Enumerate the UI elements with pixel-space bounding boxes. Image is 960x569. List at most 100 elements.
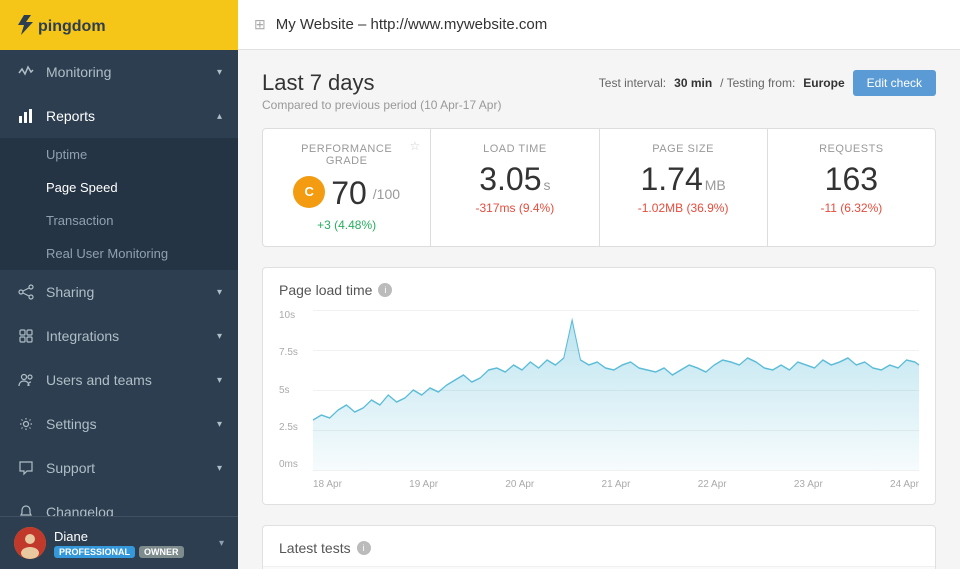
y-label-2.5s: 2.5s [279, 422, 309, 433]
sidebar-item-real-user-monitoring[interactable]: Real User Monitoring [0, 237, 238, 270]
reports-chevron: ▴ [217, 111, 222, 122]
x-label-23apr: 23 Apr [794, 479, 823, 490]
load-time-label: Load time [447, 143, 582, 155]
avatar [14, 527, 46, 559]
performance-score: 70 [331, 175, 367, 212]
chart-x-labels: 18 Apr 19 Apr 20 Apr 21 Apr 22 Apr 23 Ap… [313, 479, 919, 490]
reports-label: Reports [46, 108, 217, 124]
metric-card-requests: Requests 163 -11 (6.32%) [768, 129, 935, 246]
latest-tests-info-icon: i [357, 541, 371, 555]
sidebar-item-integrations[interactable]: Integrations ▾ [0, 314, 238, 358]
x-label-19apr: 19 Apr [409, 479, 438, 490]
x-label-24apr: 24 Apr [890, 479, 919, 490]
topbar-icon: ⊞ [254, 16, 266, 33]
metrics-grid: Performance grade C 70/100 +3 (4.48%) ☆ … [262, 128, 936, 247]
sidebar-item-monitoring[interactable]: Monitoring ▾ [0, 50, 238, 94]
chart-svg [313, 310, 919, 470]
settings-chevron: ▾ [217, 419, 222, 430]
sidebar-item-settings[interactable]: Settings ▾ [0, 402, 238, 446]
y-label-0ms: 0ms [279, 459, 309, 470]
x-label-20apr: 20 Apr [505, 479, 534, 490]
topbar-title: My Website – http://www.mywebsite.com [276, 16, 547, 33]
pingdom-logo: pingdom [16, 10, 136, 40]
testing-from-value: Europe [803, 76, 844, 90]
share-icon [16, 282, 36, 302]
gear-icon [16, 414, 36, 434]
sharing-chevron: ▾ [217, 287, 222, 298]
performance-total: /100 [373, 186, 400, 202]
y-label-10s: 10s [279, 310, 309, 321]
page-size-value: 1.74 [640, 163, 702, 195]
test-info: Test interval: 30 min / Testing from: Eu… [599, 70, 936, 96]
period-header: Last 7 days Compared to previous period … [262, 70, 936, 112]
sidebar-item-sharing[interactable]: Sharing ▾ [0, 270, 238, 314]
sidebar-item-transaction[interactable]: Transaction [0, 204, 238, 237]
test-interval-label: Test interval: [599, 76, 666, 90]
monitoring-label: Monitoring [46, 64, 217, 80]
owner-badge: OWNER [139, 546, 184, 558]
support-chevron: ▾ [217, 463, 222, 474]
user-badges: PROFESSIONAL OWNER [54, 546, 219, 558]
users-icon [16, 370, 36, 390]
user-profile[interactable]: Diane PROFESSIONAL OWNER ▾ [0, 516, 238, 569]
topbar: ⊞ My Website – http://www.mywebsite.com [238, 0, 960, 50]
sidebar-item-reports[interactable]: Reports ▴ [0, 94, 238, 138]
chart-svg-area [313, 310, 919, 470]
y-label-5s: 5s [279, 385, 309, 396]
user-chevron: ▾ [219, 538, 224, 549]
integrations-chevron: ▾ [217, 331, 222, 342]
sidebar-item-changelog[interactable]: Changelog [0, 490, 238, 516]
reports-submenu: Uptime Page Speed Transaction Real User … [0, 138, 238, 270]
grade-letter: C [293, 176, 325, 208]
load-time-unit: s [544, 177, 551, 193]
activity-icon [16, 62, 36, 82]
load-time-change: -317ms (9.4%) [447, 201, 582, 215]
period-comparison: Compared to previous period (10 Apr-17 A… [262, 98, 501, 112]
metric-card-page-size: Page size 1.74MB -1.02MB (36.9%) [600, 129, 767, 246]
professional-badge: PROFESSIONAL [54, 546, 135, 558]
bar-chart-icon [16, 106, 36, 126]
svg-text:pingdom: pingdom [38, 18, 106, 35]
monitoring-chevron: ▾ [217, 67, 222, 78]
changelog-label: Changelog [46, 504, 222, 516]
test-interval-value: 30 min [674, 76, 712, 90]
sidebar-item-support[interactable]: Support ▾ [0, 446, 238, 490]
chart-info-icon: i [378, 283, 392, 297]
bell-icon [16, 502, 36, 516]
user-name: Diane [54, 529, 219, 544]
period-info: Last 7 days Compared to previous period … [262, 70, 501, 112]
testing-from-label: / Testing from: [720, 76, 795, 90]
star-icon: ☆ [409, 139, 420, 153]
content-area: Last 7 days Compared to previous period … [238, 50, 960, 569]
y-label-7.5s: 7.5s [279, 347, 309, 358]
latest-tests-section: Latest tests i DATE & TIME LOAD TIME PAG… [262, 525, 936, 569]
support-label: Support [46, 460, 217, 476]
puzzle-icon [16, 326, 36, 346]
chart-y-labels: 10s 7.5s 5s 2.5s 0ms [279, 310, 309, 470]
performance-change: +3 (4.48%) [279, 218, 414, 232]
chart-container: 10s 7.5s 5s 2.5s 0ms [279, 310, 919, 490]
x-label-22apr: 22 Apr [698, 479, 727, 490]
users-teams-chevron: ▾ [217, 375, 222, 386]
logo[interactable]: pingdom [0, 0, 238, 50]
sharing-label: Sharing [46, 284, 217, 300]
user-info: Diane PROFESSIONAL OWNER [54, 529, 219, 558]
settings-label: Settings [46, 416, 217, 432]
requests-value: 163 [825, 163, 878, 195]
sidebar-item-page-speed[interactable]: Page Speed [0, 171, 238, 204]
load-time-value: 3.05 [479, 163, 541, 195]
sidebar-item-uptime[interactable]: Uptime [0, 138, 238, 171]
latest-tests-title: Latest tests i [263, 526, 935, 567]
chart-section: Page load time i 10s 7.5s 5s 2.5s 0ms [262, 267, 936, 505]
main-content: ⊞ My Website – http://www.mywebsite.com … [238, 0, 960, 569]
page-size-unit: MB [705, 177, 726, 193]
sidebar-item-users-teams[interactable]: Users and teams ▾ [0, 358, 238, 402]
page-size-change: -1.02MB (36.9%) [616, 201, 751, 215]
x-label-18apr: 18 Apr [313, 479, 342, 490]
users-teams-label: Users and teams [46, 372, 217, 388]
page-size-label: Page size [616, 143, 751, 155]
sidebar-nav: Monitoring ▾ Reports ▴ Uptime Page Speed… [0, 50, 238, 516]
sidebar: pingdom Monitoring ▾ Reports ▴ [0, 0, 238, 569]
period-title: Last 7 days [262, 70, 501, 96]
edit-check-button[interactable]: Edit check [853, 70, 936, 96]
